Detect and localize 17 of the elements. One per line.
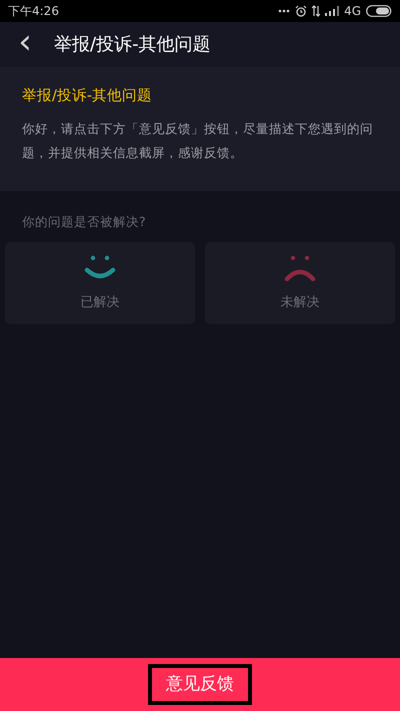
battery-icon [366, 5, 392, 17]
feedback-button[interactable]: 意见反馈 [148, 664, 252, 706]
option-tile[interactable]: 已解决 [5, 242, 195, 324]
back-button[interactable]: ‹ [0, 24, 50, 64]
page-title: 举报/投诉-其他问题 [54, 33, 211, 57]
question-text: 你的问题是否被解决? [21, 212, 147, 231]
data-arrows-icon [312, 5, 320, 17]
signal-icon [325, 6, 340, 16]
info-title: 举报/投诉-其他问题 [22, 86, 154, 106]
option-label: 已解决 [80, 294, 120, 312]
network-type: 4G [344, 3, 361, 20]
option-label: 未解决 [280, 294, 320, 312]
option-tile[interactable]: 未解决 [205, 242, 395, 324]
status-time: 下午4:26 [8, 3, 59, 20]
more-dots-icon [278, 9, 290, 13]
alarm-icon [295, 5, 308, 17]
info-text: 你好，请点击下方「意见反馈」按钮，尽量描述下您遇到的问题，并提供相关信息截屏，感谢反馈。 [22, 120, 374, 162]
